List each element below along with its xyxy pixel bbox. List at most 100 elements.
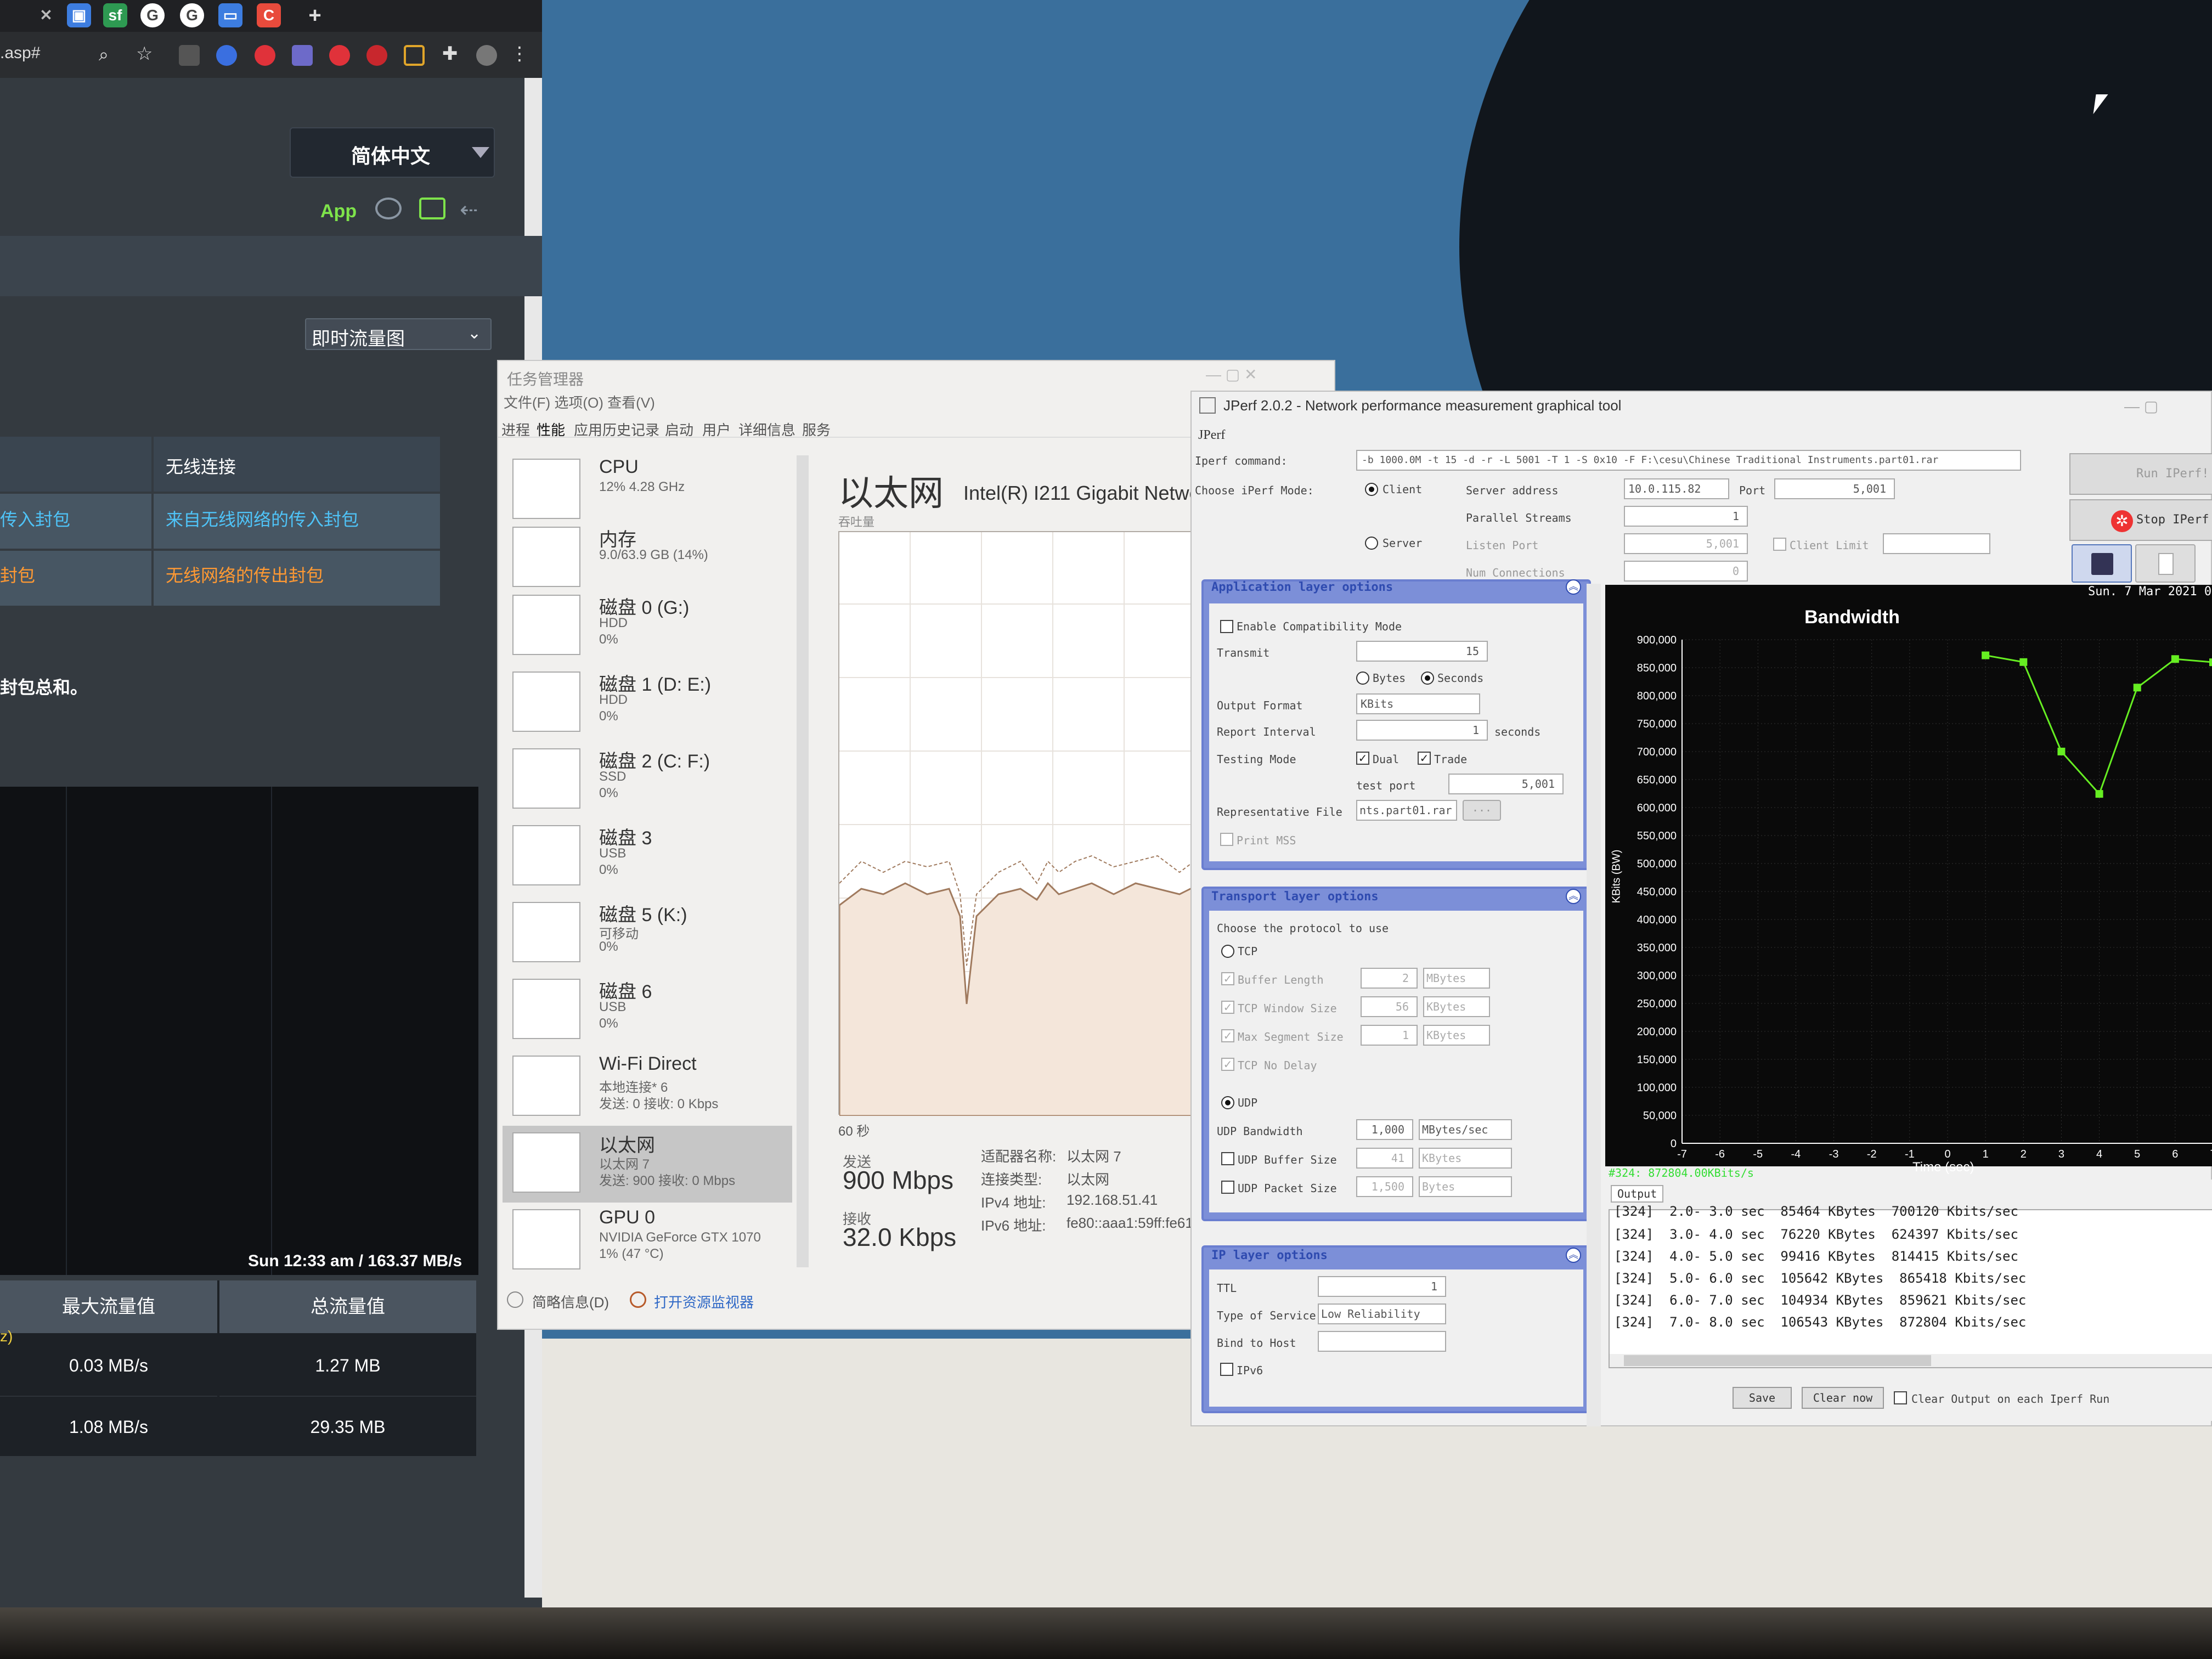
print-mss-checkbox[interactable]	[1220, 833, 1233, 846]
ttl-input[interactable]: 1	[1318, 1276, 1446, 1297]
collapse-icon[interactable]	[507, 1291, 523, 1308]
ipv6-checkbox[interactable]	[1220, 1363, 1233, 1376]
rep-file-input[interactable]: nts.part01.rar	[1356, 800, 1457, 821]
buffer-length-unit[interactable]: MBytes	[1423, 968, 1490, 989]
extension-audio-icon[interactable]	[216, 45, 237, 66]
list-item-disk-3[interactable]: 磁盘 3 USB 0%	[507, 820, 792, 896]
client-radio[interactable]	[1365, 483, 1378, 496]
udp-packet-checkbox[interactable]	[1221, 1181, 1234, 1194]
profile-avatar[interactable]	[476, 45, 497, 66]
buffer-length-input[interactable]: 2	[1361, 968, 1418, 989]
dual-checkbox[interactable]: ✓	[1356, 752, 1369, 765]
tcp-no-delay-checkbox[interactable]: ✓	[1221, 1058, 1234, 1071]
trade-checkbox[interactable]: ✓	[1418, 752, 1431, 765]
tab-startup[interactable]: 启动	[665, 419, 693, 439]
clear-output-button[interactable]: Clear now	[1802, 1387, 1884, 1409]
parallel-streams-input[interactable]: 1	[1624, 506, 1748, 527]
view-select-label[interactable]: 即时流量图	[312, 324, 405, 351]
buffer-length-checkbox[interactable]: ✓	[1221, 972, 1234, 985]
tcp-window-unit[interactable]: KBytes	[1423, 996, 1490, 1017]
menu-jperf[interactable]: JPerf	[1198, 428, 1225, 443]
close-tab-icon[interactable]: ✕	[34, 3, 58, 27]
server-radio[interactable]	[1365, 537, 1378, 550]
menu-dots-icon[interactable]: ⋮	[510, 43, 531, 65]
udp-buffer-unit[interactable]: KBytes	[1419, 1148, 1512, 1169]
max-segment-input[interactable]: 1	[1361, 1025, 1418, 1046]
options-scrollbar[interactable]	[1587, 584, 1601, 1426]
udp-radio[interactable]	[1221, 1096, 1234, 1109]
list-item-disk-1[interactable]: 磁盘 1 (D: E:) HDD 0%	[507, 666, 792, 743]
extension-circle-icon[interactable]	[329, 45, 350, 66]
output-tab[interactable]: Output	[1611, 1185, 1664, 1203]
collapse-icon[interactable]: ︽	[1566, 889, 1581, 904]
client-limit-checkbox[interactable]	[1773, 538, 1786, 551]
restore-config-button[interactable]	[2135, 544, 2196, 583]
chevron-down-icon[interactable]	[472, 147, 489, 158]
udp-bandwidth-input[interactable]: 1,000	[1356, 1119, 1413, 1140]
extension-red-icon[interactable]	[255, 45, 275, 66]
tab-performance[interactable]: 性能	[537, 419, 565, 439]
bytes-radio[interactable]	[1356, 672, 1369, 685]
udp-bandwidth-unit[interactable]: MBytes/sec	[1419, 1119, 1512, 1140]
tab-app-history[interactable]: 应用历史记录	[574, 419, 659, 439]
udp-packet-unit[interactable]: Bytes	[1419, 1176, 1512, 1197]
tab-users[interactable]: 用户	[702, 419, 731, 439]
list-item-memory[interactable]: 内存 9.0/63.9 GB (14%)	[507, 521, 792, 598]
language-label[interactable]: 简体中文	[351, 140, 430, 169]
list-item-disk-2[interactable]: 磁盘 2 (C: F:) SSD 0%	[507, 743, 792, 820]
list-item-wifi-direct[interactable]: Wi-Fi Direct 本地连接* 6 发送: 0 接收: 0 Kbps	[507, 1050, 792, 1127]
save-config-button[interactable]	[2072, 544, 2132, 583]
run-iperf-button[interactable]: Run IPerf!	[2069, 453, 2212, 495]
udp-buffer-input[interactable]: 41	[1356, 1148, 1413, 1169]
list-item-disk-6[interactable]: 磁盘 6 USB 0%	[507, 973, 792, 1050]
extension-vivaldi-icon[interactable]	[366, 45, 387, 66]
tab-google-icon[interactable]: G	[180, 3, 204, 27]
tab-services[interactable]: 服务	[802, 419, 831, 439]
open-resource-monitor-link[interactable]: 打开资源监视器	[654, 1291, 754, 1312]
listen-port-input[interactable]: 5,001	[1624, 533, 1748, 554]
app-link[interactable]: App	[320, 201, 357, 222]
save-output-button[interactable]: Save	[1733, 1387, 1792, 1409]
command-field[interactable]: -b 1000.0M -t 15 -d -r -L 5001 -T 1 -S 0…	[1356, 450, 2021, 471]
window-controls-icon[interactable]: — ▢ ✕	[1206, 365, 1257, 383]
output-format-select[interactable]: KBits	[1356, 693, 1480, 714]
devices-icon[interactable]	[419, 198, 445, 219]
stop-iperf-button[interactable]: Stop IPerf	[2069, 499, 2212, 541]
num-connections-input[interactable]: 0	[1624, 561, 1748, 582]
window-controls-icon[interactable]: — ▢	[2124, 397, 2158, 415]
seconds-radio[interactable]	[1421, 672, 1434, 685]
tcp-radio[interactable]	[1221, 945, 1234, 958]
output-log[interactable]: [324] 2.0- 3.0 sec 85464 KBytes 700120 K…	[1609, 1204, 2212, 1368]
tab-processes[interactable]: 进程	[501, 419, 530, 439]
client-limit-input[interactable]	[1883, 533, 1990, 554]
chevron-down-icon[interactable]: ⌄	[467, 324, 481, 343]
tab-c-icon[interactable]: C	[257, 3, 281, 27]
extension-square-icon[interactable]	[404, 45, 425, 66]
tab-sf-icon[interactable]: sf	[103, 3, 127, 27]
tcp-window-checkbox[interactable]: ✓	[1221, 1001, 1234, 1014]
clear-each-run-checkbox[interactable]	[1894, 1391, 1907, 1404]
extension-image-icon[interactable]	[292, 45, 313, 66]
extension-icon[interactable]	[179, 45, 200, 66]
udp-buffer-checkbox[interactable]	[1221, 1152, 1234, 1165]
list-item-ethernet[interactable]: 以太网 以太网 7 发送: 900 接收: 0 Mbps	[507, 1127, 792, 1204]
tcp-window-input[interactable]: 56	[1361, 996, 1418, 1017]
browse-file-button[interactable]: ...	[1463, 800, 1501, 821]
list-item-disk-0[interactable]: 磁盘 0 (G:) HDD 0%	[507, 589, 792, 666]
port-input[interactable]: 5,001	[1774, 478, 1895, 499]
tab-window-icon[interactable]: ▭	[218, 3, 242, 27]
udp-packet-input[interactable]: 1,500	[1356, 1176, 1413, 1197]
bind-host-input[interactable]	[1318, 1331, 1446, 1352]
test-port-input[interactable]: 5,001	[1448, 774, 1564, 794]
list-item-cpu[interactable]: CPU 12% 4.28 GHz	[507, 453, 792, 530]
compat-mode-checkbox[interactable]	[1220, 620, 1233, 633]
puzzle-icon[interactable]: ✚	[442, 43, 463, 65]
address-bar[interactable]: .asp# ⌕ ☆ ✚ ⋮	[0, 32, 542, 78]
menu-bar[interactable]: 文件(F) 选项(O) 查看(V)	[504, 392, 655, 412]
zoom-icon[interactable]: ⌕	[99, 44, 120, 65]
list-item-gpu[interactable]: GPU 0 NVIDIA GeForce GTX 1070 1% (47 °C)	[507, 1204, 792, 1280]
address-text[interactable]: .asp#	[0, 44, 40, 63]
new-tab-icon[interactable]: +	[303, 3, 327, 27]
list-item-disk-5[interactable]: 磁盘 5 (K:) 可移动 0%	[507, 896, 792, 973]
max-segment-unit[interactable]: KBytes	[1423, 1025, 1490, 1046]
